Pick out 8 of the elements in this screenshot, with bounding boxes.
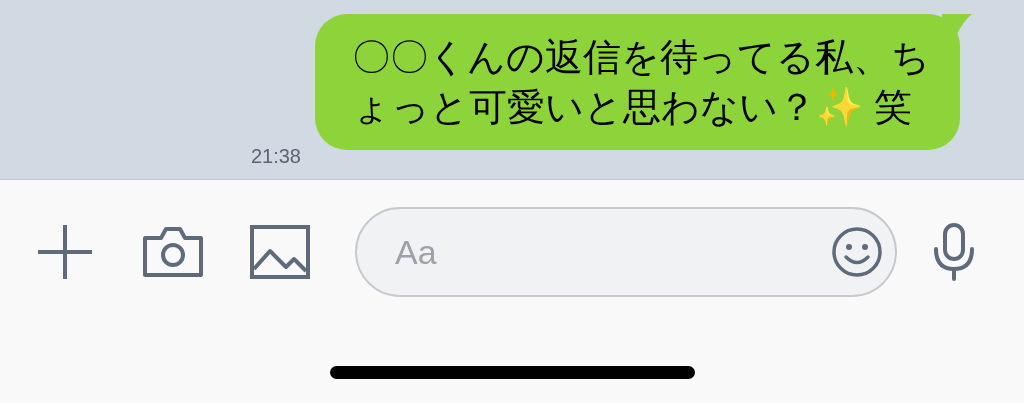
message-text: 〇〇くんの返信を待ってる私、ちょっと可愛いと思わない？✨ 笑 (352, 35, 931, 130)
microphone-icon[interactable] (931, 223, 977, 281)
message-time: 21:38 (250, 144, 301, 169)
message-input-field[interactable]: Aa (355, 207, 897, 297)
image-icon[interactable] (250, 225, 310, 279)
plus-icon[interactable] (36, 223, 94, 281)
emoji-icon[interactable] (831, 226, 883, 278)
camera-icon[interactable] (142, 226, 204, 278)
